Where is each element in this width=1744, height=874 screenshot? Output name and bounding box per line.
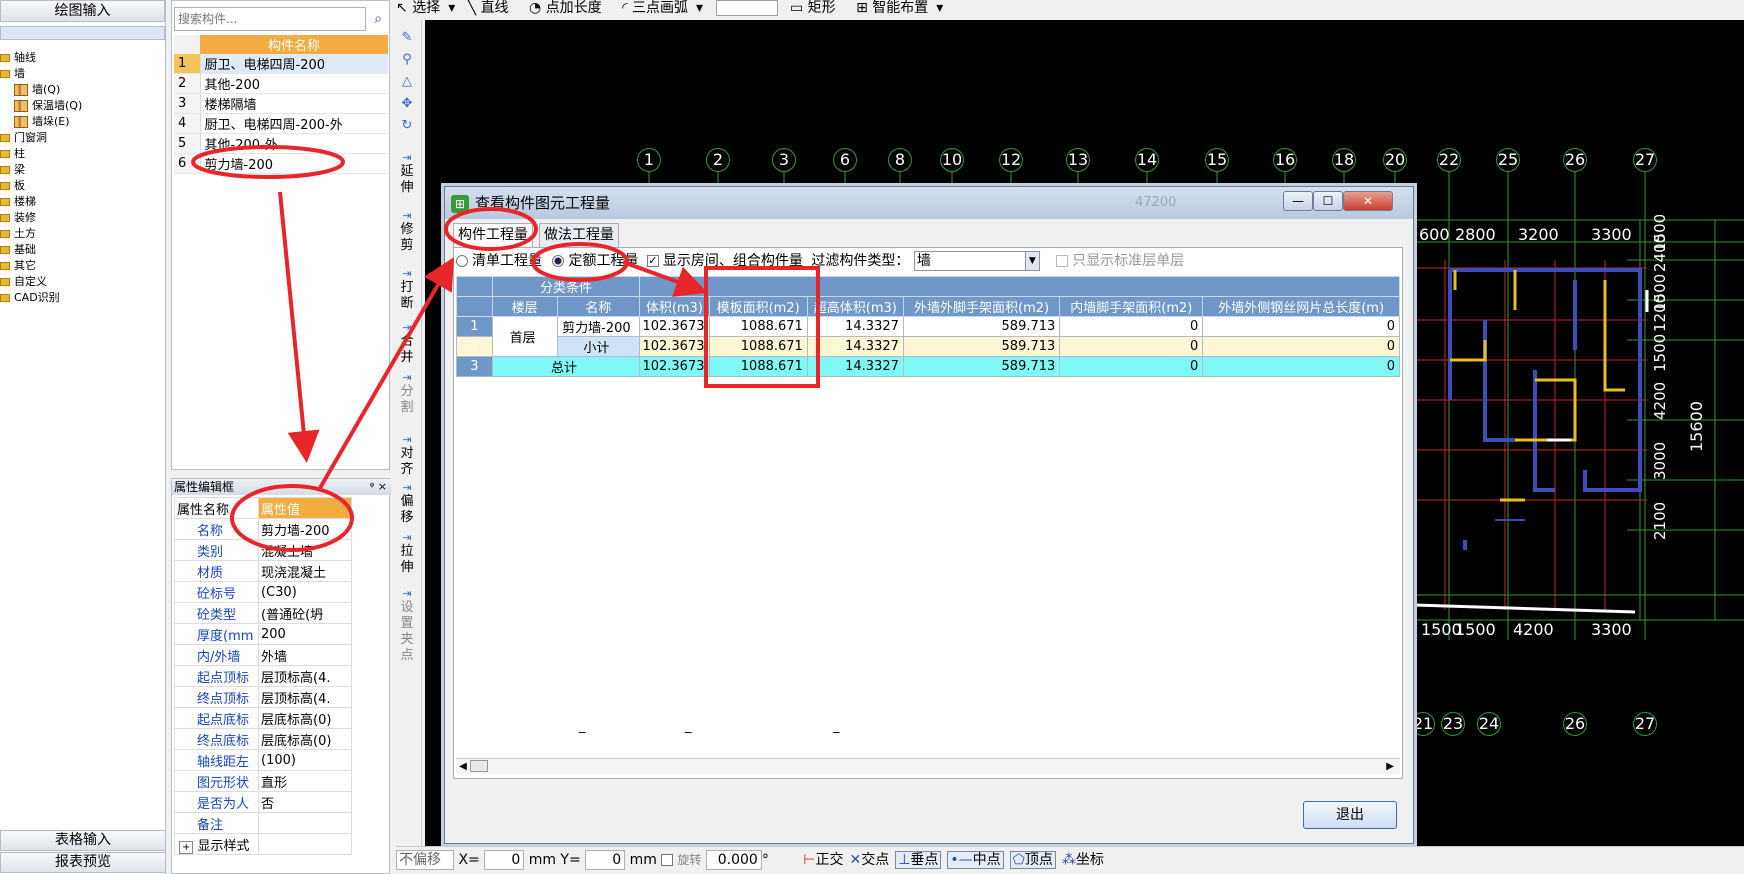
annotation-overlay: [191, 145, 820, 552]
